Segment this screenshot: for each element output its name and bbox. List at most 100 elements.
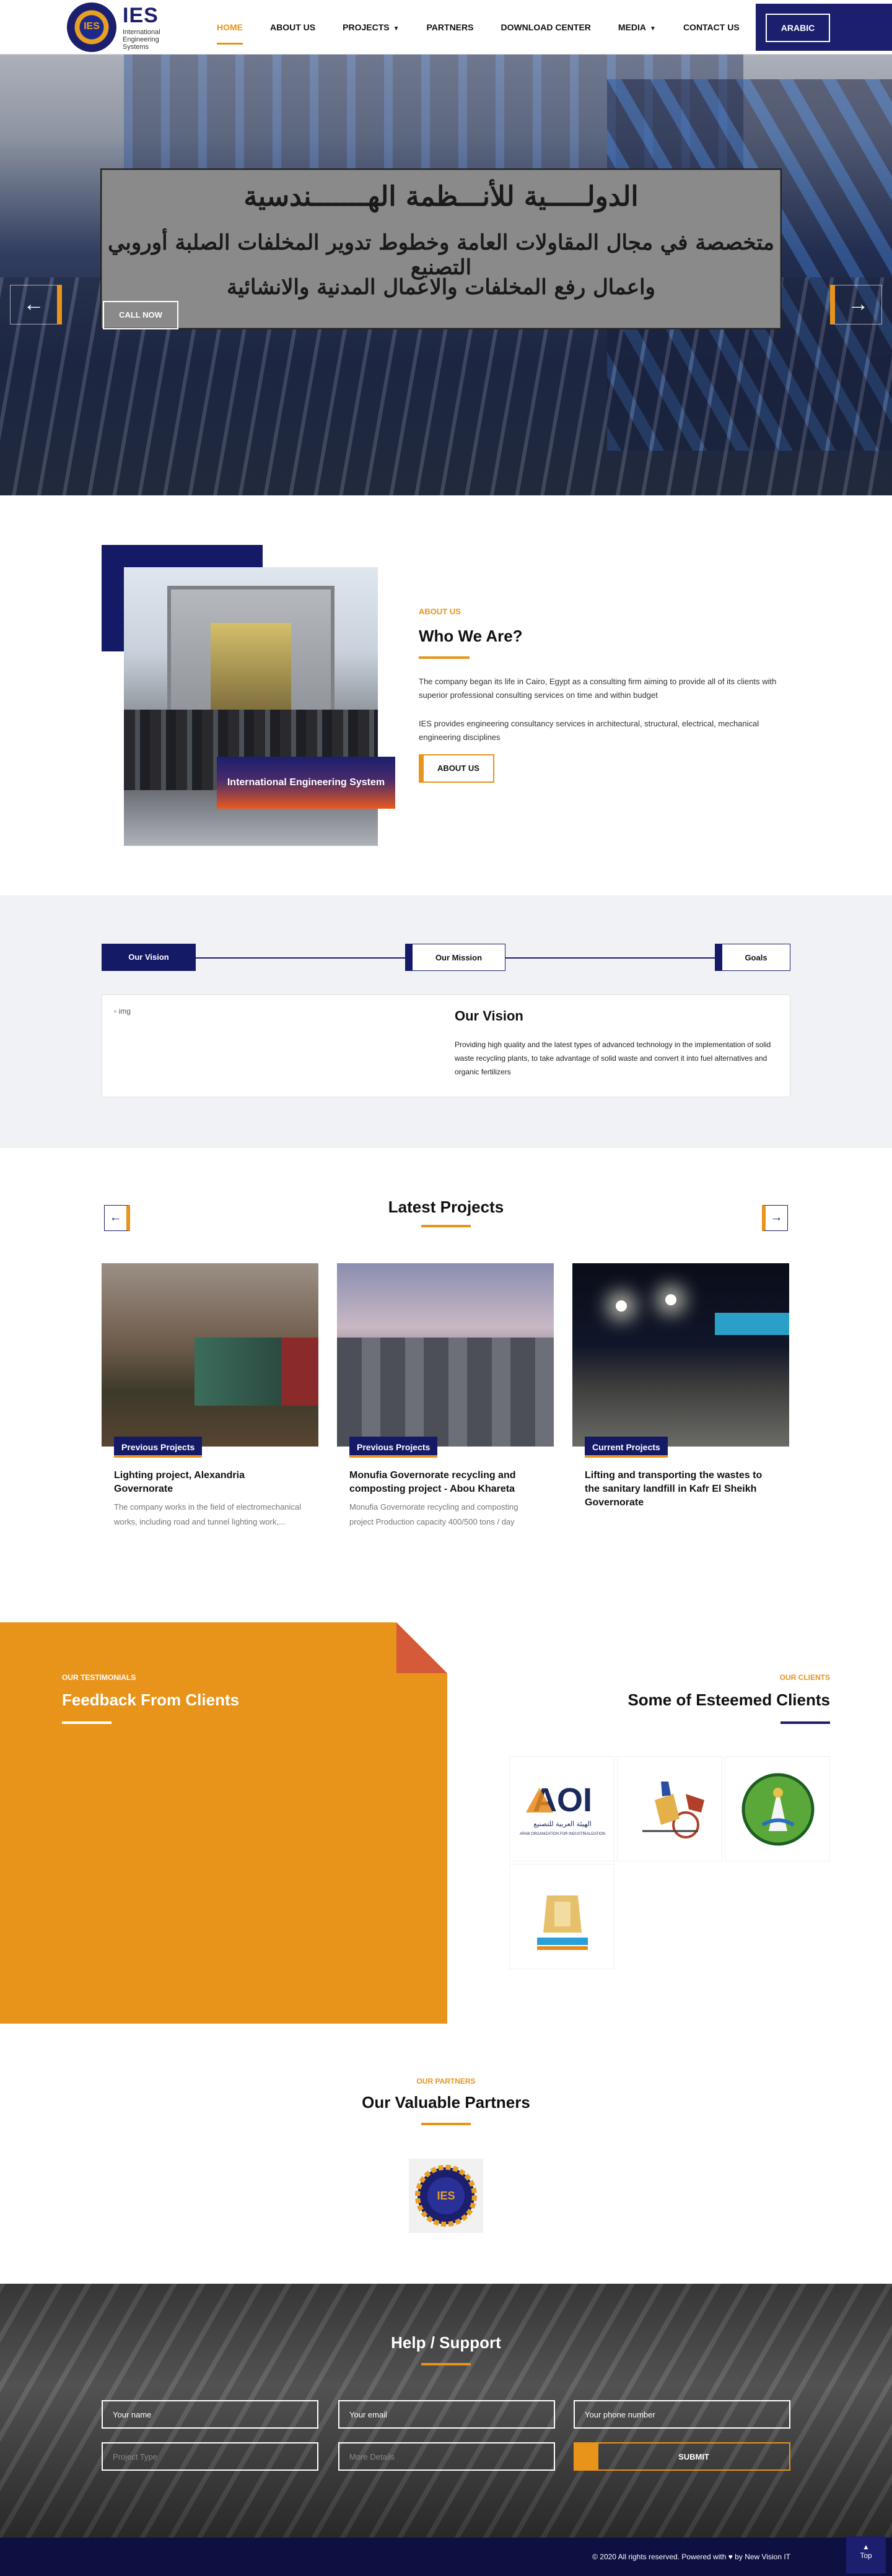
projects-title: Latest Projects — [388, 1198, 504, 1216]
aoi-logo-arabic: الهيئة العربية للتصنيع — [533, 1820, 591, 1828]
arrow-right-icon[interactable]: → — [830, 285, 882, 324]
governorate-seal-icon — [741, 1773, 815, 1846]
logo-text[interactable]: IES — [123, 4, 159, 28]
nav-media[interactable]: MEDIA ▼ — [618, 1, 656, 53]
copyright-text: © 2020 All rights reserved. Powered with… — [592, 2552, 790, 2561]
pharaoh-head-icon — [537, 1895, 588, 1950]
vision-title: Our Vision — [455, 1008, 523, 1024]
phone-field[interactable] — [574, 2400, 790, 2429]
project-image — [337, 1263, 554, 1447]
project-type-field[interactable] — [102, 2442, 318, 2471]
title-underline — [421, 2363, 471, 2365]
testimonials-kicker: OUR TESTIMONIALS — [62, 1673, 136, 1682]
logo-subtitle: International Engineering Systems — [123, 28, 160, 51]
details-field[interactable] — [338, 2442, 555, 2471]
site-footer: © 2020 All rights reserved. Powered with… — [0, 2538, 892, 2576]
project-image — [572, 1263, 789, 1447]
arrow-right-icon[interactable]: → — [762, 1205, 788, 1231]
title-underline — [780, 1721, 830, 1724]
title-underline — [419, 656, 470, 659]
partners-kicker: OUR PARTNERS — [416, 2077, 476, 2086]
tab-our-vision[interactable]: Our Vision — [102, 944, 196, 971]
about-paragraph-2: IES provides engineering consultancy ser… — [419, 719, 759, 742]
nav-partners-label: PARTNERS — [426, 22, 474, 32]
chevron-down-icon: ▼ — [393, 25, 400, 32]
nav-download-label: DOWNLOAD CENTER — [501, 22, 591, 32]
nav-partners[interactable]: PARTNERS — [427, 1, 474, 53]
nav-contact[interactable]: CONTACT US — [683, 1, 740, 53]
title-underline — [62, 1721, 112, 1724]
back-to-top-label: Top — [860, 2551, 872, 2560]
partner-logo-ies[interactable]: IES — [409, 2159, 483, 2233]
nav-about[interactable]: ABOUT US — [270, 1, 315, 53]
partners-title: Our Valuable Partners — [362, 2093, 530, 2112]
project-title[interactable]: Lighting project, Alexandria Governorate — [114, 1469, 306, 1496]
hero-banner: الدولـــــية للأنـــظمة الهـــــــندسية … — [100, 168, 782, 329]
project-image — [102, 1263, 318, 1447]
client-logo-governorate[interactable] — [725, 1756, 830, 1861]
back-to-top-button[interactable]: ▲ Top — [846, 2536, 886, 2574]
about-title: Who We Are? — [419, 627, 523, 645]
main-nav: HOME ABOUT US PROJECTS ▼ PARTNERS DOWNLOA… — [217, 0, 767, 54]
client-logo-chariot[interactable] — [617, 1756, 722, 1861]
chevron-down-icon: ▼ — [650, 25, 656, 32]
project-card[interactable]: Previous Projects Lighting project, Alex… — [102, 1263, 318, 1567]
project-status-badge[interactable]: Current Projects — [585, 1437, 668, 1458]
vision-text: Providing high quality and the latest ty… — [455, 1040, 771, 1076]
arrow-left-icon[interactable]: ← — [10, 285, 62, 324]
vision-image-alt: img — [118, 1007, 131, 1016]
hero-line-3: واعمال رفع المخلفات والاعمال المدنية وال… — [227, 275, 655, 300]
project-title[interactable]: Lifting and transporting the wastes to t… — [585, 1469, 777, 1510]
client-logo-pharaoh[interactable] — [509, 1864, 614, 1969]
aoi-logo-icon: AOI الهيئة العربية للتصنيع ARAB ORGANIZA… — [520, 1782, 605, 1836]
site-header: IES IES International Engineering System… — [0, 0, 892, 54]
testimonials-section — [0, 1622, 447, 2024]
logo-badge[interactable]: IES — [67, 2, 116, 52]
about-photo-caption: International Engineering System — [217, 757, 395, 809]
tab-our-mission[interactable]: Our Mission — [405, 944, 505, 971]
nav-download-center[interactable]: DOWNLOAD CENTER — [501, 1, 590, 53]
title-underline — [421, 2123, 471, 2125]
name-field[interactable] — [102, 2400, 318, 2429]
nav-home[interactable]: HOME — [217, 1, 243, 53]
broken-image-icon: ▫ — [114, 1007, 117, 1016]
about-kicker: ABOUT US — [419, 607, 461, 616]
partner-logo-text: IES — [437, 2190, 455, 2202]
clients-kicker: OUR CLIENTS — [779, 1673, 830, 1682]
project-description: The company works in the field of electr… — [114, 1502, 302, 1526]
language-button[interactable]: ARABIC — [766, 14, 830, 42]
about-us-button[interactable]: ABOUT US — [419, 754, 494, 783]
nav-about-label: ABOUT US — [270, 22, 316, 32]
project-card[interactable]: Previous Projects Monufia Governorate re… — [337, 1263, 554, 1567]
tab-goals[interactable]: Goals — [715, 944, 790, 971]
nav-contact-label: CONTACT US — [683, 22, 740, 32]
vision-image: ▫ img — [114, 1007, 131, 1016]
language-box: ARABIC — [756, 4, 892, 51]
clients-title: Some of Esteemed Clients — [627, 1690, 830, 1709]
ies-gear-icon: IES — [415, 2165, 477, 2227]
project-status-badge[interactable]: Previous Projects — [349, 1437, 438, 1458]
title-underline — [421, 1225, 471, 1227]
nav-home-label: HOME — [217, 22, 243, 32]
project-card[interactable]: Current Projects Lifting and transportin… — [572, 1263, 789, 1567]
hero-line-2: متخصصة في مجال المقاولات العامة وخطوط تد… — [108, 230, 774, 280]
call-now-button[interactable]: CALL NOW — [103, 301, 178, 329]
project-status-badge[interactable]: Previous Projects — [114, 1437, 203, 1458]
hero-line-1: الدولـــــية للأنـــظمة الهـــــــندسية — [243, 181, 639, 212]
project-title[interactable]: Monufia Governorate recycling and compos… — [349, 1469, 541, 1496]
testimonials-title: Feedback From Clients — [62, 1690, 240, 1709]
aoi-logo-english: ARAB ORGANIZATION FOR INDUSTRIALIZATION — [520, 1832, 605, 1836]
nav-media-label: MEDIA — [618, 22, 647, 32]
support-title: Help / Support — [391, 2333, 501, 2352]
pharaoh-chariot-icon — [642, 1782, 704, 1838]
nav-projects[interactable]: PROJECTS ▼ — [343, 1, 399, 53]
client-logo-aoi[interactable]: AOI الهيئة العربية للتصنيع ARAB ORGANIZA… — [509, 1756, 614, 1861]
project-description: Monufia Governorate recycling and compos… — [349, 1502, 518, 1526]
arrow-left-icon[interactable]: ← — [104, 1205, 130, 1231]
chevron-up-icon: ▲ — [862, 2543, 870, 2551]
about-paragraph-1: The company began its life in Cairo, Egy… — [419, 677, 777, 700]
email-field[interactable] — [338, 2400, 555, 2429]
submit-button[interactable]: SUBMIT — [574, 2442, 790, 2471]
logo-badge-text: IES — [84, 21, 100, 32]
nav-projects-label: PROJECTS — [343, 22, 390, 32]
